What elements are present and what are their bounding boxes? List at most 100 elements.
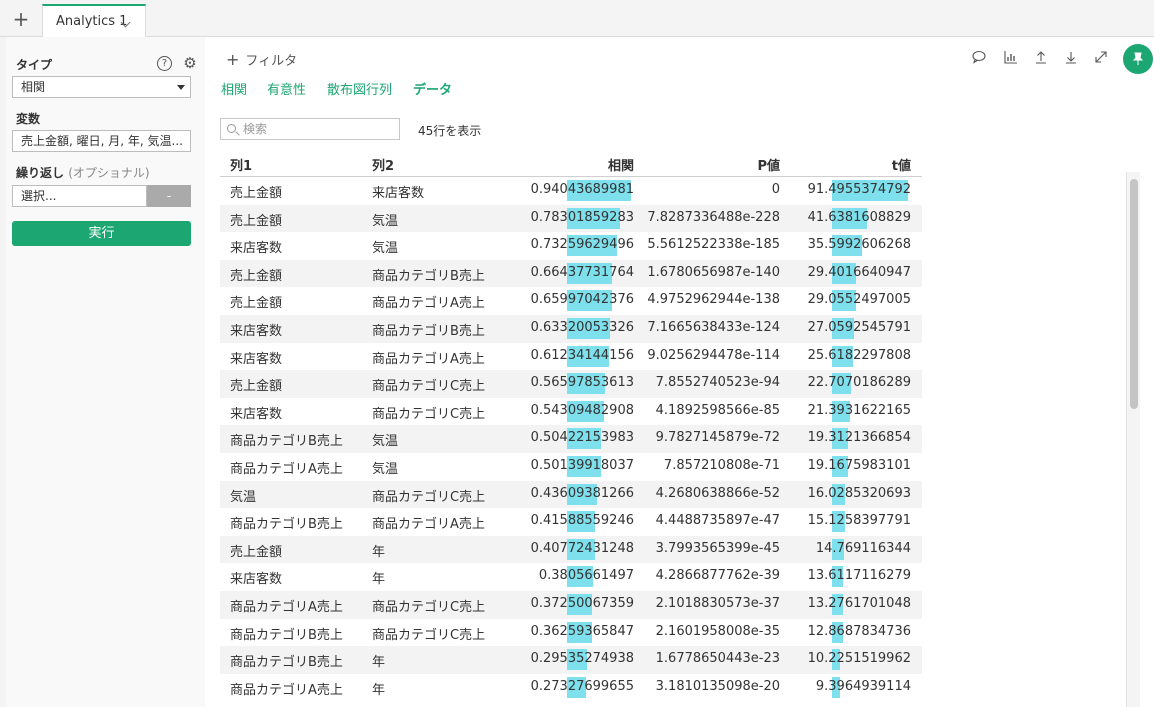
- cell-pvalue: 4.9752962944e-138: [647, 292, 780, 308]
- cell-correlation: 0.63320053326: [530, 319, 634, 335]
- cell-tvalue: 21.3931622165: [807, 402, 911, 418]
- table-row[interactable]: 売上金額 来店客数 0.94043689981 0 91.4955374792: [220, 177, 922, 205]
- table-row[interactable]: 商品カテゴリB売上 年 0.29535274938 1.6778650443e-23 1…: [220, 646, 922, 674]
- cell-tvalue: 9.3964939114: [815, 678, 911, 694]
- cell-pvalue: 7.8287336488e-228: [647, 209, 780, 225]
- cell-tvalue: 29.0552497005: [807, 292, 911, 308]
- cell-pvalue: 3.1810135098e-20: [655, 678, 780, 694]
- repeat-select[interactable]: 選択...: [12, 185, 147, 207]
- expand-icon[interactable]: [1093, 50, 1109, 66]
- cell-correlation: 0.29535274938: [530, 651, 634, 667]
- table-row[interactable]: 来店客数 気温 0.73259629496 5.5612522338e-185 35.5…: [220, 232, 922, 260]
- cell-col1: 来店客数: [230, 241, 283, 257]
- repeat-clear-button[interactable]: -: [147, 185, 191, 207]
- cell-tvalue: 13.2761701048: [807, 595, 911, 611]
- table-row[interactable]: 商品カテゴリB売上 商品カテゴリC売上 0.36259365847 2.1601958…: [220, 619, 922, 647]
- cell-col2: 気温: [372, 241, 399, 257]
- col-header-col1[interactable]: 列1: [230, 155, 252, 174]
- cell-col2: 商品カテゴリC売上: [372, 599, 486, 615]
- cell-pvalue: 2.1601958008e-35: [655, 623, 780, 639]
- cell-col1: 売上金額: [230, 213, 283, 229]
- cell-pvalue: 7.857210808e-71: [663, 457, 780, 473]
- add-tab-button[interactable]: +: [6, 6, 36, 32]
- tab-label: Analytics 1: [56, 14, 128, 29]
- cell-correlation: 0.66437731764: [530, 264, 634, 280]
- chart-icon[interactable]: [1003, 50, 1019, 66]
- download-icon[interactable]: [1063, 50, 1079, 66]
- settings-panel: タイプ ? ⚙ 相関 変数 売上金額, 曜日, 月, 年, 気温... 繰り返し…: [0, 37, 205, 707]
- cell-tvalue: 41.6381608829: [807, 209, 911, 225]
- gear-icon[interactable]: ⚙: [182, 55, 198, 71]
- table-row[interactable]: 来店客数 商品カテゴリA売上 0.61234144156 9.0256294478e-…: [220, 343, 922, 371]
- cell-pvalue: 9.7827145879e-72: [655, 430, 780, 446]
- cell-col2: 気温: [372, 434, 399, 450]
- tab-analytics-1[interactable]: Analytics 1: [42, 4, 146, 38]
- table-row[interactable]: 来店客数 年 0.3805661497 4.2866877762e-39 13.6117…: [220, 563, 922, 591]
- cell-col2: 商品カテゴリA売上: [372, 351, 485, 367]
- cell-col2: 商品カテゴリC売上: [372, 379, 486, 395]
- cell-tvalue: 19.3121366854: [807, 430, 911, 446]
- cell-col1: 商品カテゴリA売上: [230, 461, 343, 477]
- repeat-optional-text: (オプショナル): [68, 166, 150, 180]
- data-table: 列1 列2 相関 P値 t値 売上金額 来店客数 0.94043689981 0 91.…: [220, 150, 922, 701]
- comment-icon[interactable]: [971, 50, 987, 66]
- table-row[interactable]: 売上金額 商品カテゴリB売上 0.66437731764 1.6780656987e-…: [220, 259, 922, 288]
- cell-pvalue: 4.2866877762e-39: [655, 568, 780, 584]
- table-row[interactable]: 来店客数 商品カテゴリC売上 0.54309482908 4.1892598566e-…: [220, 398, 922, 426]
- cell-correlation: 0.36259365847: [530, 623, 634, 639]
- upload-icon[interactable]: [1033, 50, 1049, 66]
- col-header-tvalue[interactable]: t値: [892, 155, 911, 174]
- cell-pvalue: 4.1892598566e-85: [655, 402, 780, 418]
- table-row[interactable]: 商品カテゴリB売上 商品カテゴリA売上 0.41588559246 4.4488735…: [220, 508, 922, 536]
- caret-down-icon: [177, 85, 185, 90]
- table-row[interactable]: 売上金額 年 0.40772431248 3.7993565399e-45 14.769…: [220, 535, 922, 564]
- tab-significance[interactable]: 有意性: [267, 79, 306, 98]
- cell-tvalue: 15.1258397791: [807, 513, 911, 529]
- cell-pvalue: 7.8552740523e-94: [655, 375, 780, 391]
- cell-col2: 商品カテゴリA売上: [372, 296, 485, 312]
- table-row[interactable]: 商品カテゴリA売上 気温 0.50139918037 7.857210808e-71 1…: [220, 453, 922, 481]
- scrollbar-thumb[interactable]: [1130, 179, 1138, 409]
- table-row[interactable]: 売上金額 気温 0.78301859283 7.8287336488e-228 41.6…: [220, 204, 922, 233]
- table-row[interactable]: 売上金額 商品カテゴリA売上 0.65997042376 4.9752962944e-…: [220, 287, 922, 315]
- table-row[interactable]: 売上金額 商品カテゴリC売上 0.56597853613 7.8552740523e-…: [220, 370, 922, 398]
- cell-col2: 商品カテゴリC売上: [372, 406, 486, 422]
- cell-col1: 来店客数: [230, 323, 283, 339]
- cell-col1: 売上金額: [230, 268, 283, 284]
- table-row[interactable]: 商品カテゴリB売上 気温 0.50422153983 9.7827145879e-72…: [220, 425, 922, 453]
- cell-pvalue: 1.6780656987e-140: [647, 264, 780, 280]
- cell-col1: 売上金額: [230, 296, 283, 312]
- col-header-pvalue[interactable]: P値: [757, 155, 780, 174]
- add-filter-button[interactable]: + フィルタ: [226, 50, 297, 69]
- type-select[interactable]: 相関: [12, 76, 191, 98]
- col-header-col2[interactable]: 列2: [372, 155, 394, 174]
- cell-tvalue: 13.6117116279: [807, 568, 911, 584]
- table-row[interactable]: 来店客数 商品カテゴリB売上 0.63320053326 7.1665638433e-…: [220, 314, 922, 343]
- cell-col1: 商品カテゴリB売上: [230, 434, 343, 450]
- cell-pvalue: 4.2680638866e-52: [655, 485, 780, 501]
- repeat-label-text: 繰り返し: [16, 166, 65, 180]
- table-row[interactable]: 気温 商品カテゴリC売上 0.43609381266 4.2680638866e-52…: [220, 480, 922, 509]
- cell-col2: 年: [372, 682, 386, 698]
- col-header-correlation[interactable]: 相関: [608, 155, 634, 174]
- table-header: 列1 列2 相関 P値 t値: [220, 150, 922, 177]
- search-input[interactable]: 検索: [220, 118, 400, 140]
- cell-col2: 商品カテゴリC売上: [372, 489, 486, 505]
- cell-correlation: 0.56597853613: [530, 375, 634, 391]
- cell-pvalue: 0: [771, 182, 780, 197]
- table-row[interactable]: 商品カテゴリA売上 年 0.27327699655 3.1810135098e-20 9…: [220, 674, 922, 702]
- table-row[interactable]: 商品カテゴリA売上 商品カテゴリC売上 0.37250067359 2.1018830…: [220, 590, 922, 619]
- help-icon[interactable]: ?: [157, 56, 172, 71]
- cell-pvalue: 9.0256294478e-114: [647, 347, 780, 363]
- run-button[interactable]: 実行: [12, 221, 191, 246]
- tab-data[interactable]: データ: [413, 79, 452, 98]
- cell-col2: 商品カテゴリB売上: [372, 323, 485, 339]
- table-scrollbar[interactable]: [1126, 172, 1140, 707]
- search-icon: [227, 124, 236, 133]
- pin-icon[interactable]: [1123, 44, 1153, 74]
- cell-correlation: 0.43609381266: [530, 485, 634, 501]
- variables-field[interactable]: 売上金額, 曜日, 月, 年, 気温...: [12, 130, 191, 152]
- cell-pvalue: 4.4488735897e-47: [655, 513, 780, 529]
- tab-correlation[interactable]: 相関: [221, 79, 247, 98]
- tab-scatter-matrix[interactable]: 散布図行列: [327, 79, 392, 98]
